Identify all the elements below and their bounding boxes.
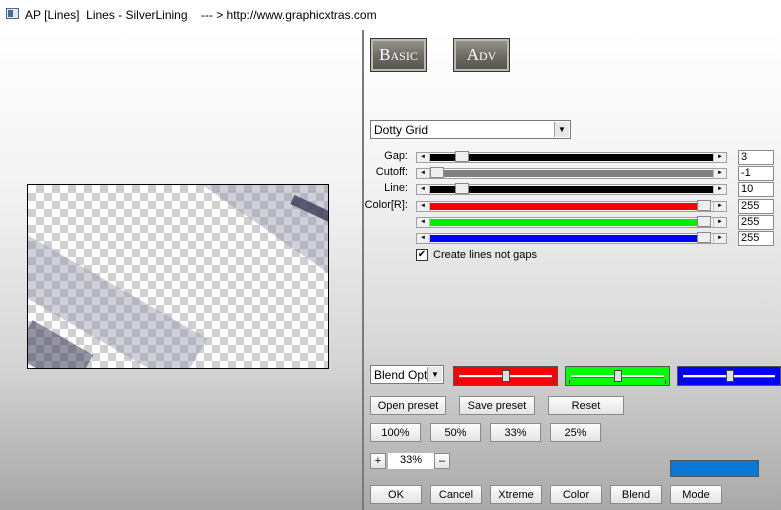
slider-track [430,219,700,226]
slider-right-arrow-icon[interactable]: ► [713,202,726,211]
slider-thumb[interactable] [614,370,622,382]
zoom-level: 33% [388,453,434,469]
slider-left-arrow-icon[interactable]: ◄ [417,153,430,162]
adv-mode-button[interactable]: Adv [453,38,510,72]
zoom-33-button[interactable]: 33% [490,423,541,442]
slider-thumb[interactable] [502,370,510,382]
slider-tick [665,380,666,384]
zoom-25-button[interactable]: 25% [550,423,601,442]
slider-track [430,235,700,242]
preview-image[interactable] [27,184,329,369]
param-label: Line: [384,182,408,194]
slider-right-arrow-icon[interactable]: ► [713,218,726,227]
zoom-50-button[interactable]: 50% [430,423,481,442]
create-lines-label: Create lines not gaps [433,249,537,261]
slider-left-arrow-icon[interactable]: ◄ [417,169,430,178]
param-value-field[interactable]: 10 [738,182,774,197]
zoom-100-button[interactable]: 100% [370,423,421,442]
param-label: Color[R]: [364,199,408,211]
slider-left-arrow-icon[interactable]: ◄ [417,218,430,227]
slider-tick [553,380,554,384]
slider-thumb[interactable] [697,232,711,243]
chevron-down-icon[interactable]: ▼ [427,367,442,382]
slider-left-arrow-icon[interactable]: ◄ [417,202,430,211]
slider-thumb[interactable] [455,151,469,162]
preview-pane [0,30,362,510]
param-value-field[interactable]: 255 [738,231,774,246]
preset-select-value: Dotty Grid [374,123,429,137]
slider-thumb[interactable] [455,183,469,194]
zoom-in-button[interactable]: + [370,453,386,469]
slider-track [430,170,713,177]
basic-mode-button[interactable]: Basic [370,38,427,72]
slider-thumb[interactable] [697,216,711,227]
param-slider[interactable]: ◄ ► [416,200,727,212]
blue-channel-slider[interactable] [677,366,781,386]
app-icon [6,8,19,19]
param-slider[interactable]: ◄ ► [416,183,727,195]
blend-button[interactable]: Blend [610,485,662,504]
xtreme-button[interactable]: Xtreme [490,485,542,504]
window-title: AP [Lines] Lines - SilverLining --- > ht… [25,8,377,22]
cancel-button[interactable]: Cancel [430,485,482,504]
param-slider[interactable]: ◄ ► [416,232,727,244]
slider-thumb[interactable] [697,200,711,211]
color-swatch[interactable] [670,460,759,477]
slider-tick [457,380,458,384]
slider-right-arrow-icon[interactable]: ► [713,185,726,194]
mode-button[interactable]: Mode [670,485,722,504]
chevron-down-icon[interactable]: ▼ [554,122,569,137]
red-channel-slider[interactable] [453,366,558,386]
param-label: Cutoff: [375,166,408,178]
blend-options-select[interactable]: Blend Optio ▼ [370,365,444,384]
save-preset-button[interactable]: Save preset [459,396,535,415]
param-slider[interactable]: ◄ ► [416,216,727,228]
slider-thumb[interactable] [430,167,444,178]
param-value-field[interactable]: 255 [738,215,774,230]
reset-button[interactable]: Reset [548,396,624,415]
slider-track [430,154,713,161]
param-value-field[interactable]: -1 [738,166,774,181]
ok-button[interactable]: OK [370,485,422,504]
slider-left-arrow-icon[interactable]: ◄ [417,234,430,243]
slider-right-arrow-icon[interactable]: ► [713,169,726,178]
green-channel-slider[interactable] [565,366,670,386]
slider-track [430,203,700,210]
param-slider[interactable]: ◄ ► [416,151,727,163]
control-pane: Basic Adv Dotty Grid ▼ Gap: ◄ ► 3 Cutoff: ◄ ► -… [364,30,781,510]
slider-left-arrow-icon[interactable]: ◄ [417,185,430,194]
param-value-field[interactable]: 255 [738,199,774,214]
open-preset-button[interactable]: Open preset [370,396,446,415]
slider-right-arrow-icon[interactable]: ► [713,234,726,243]
slider-tick [569,380,570,384]
slider-right-arrow-icon[interactable]: ► [713,153,726,162]
zoom-out-button[interactable]: – [434,453,450,469]
color-button[interactable]: Color [550,485,602,504]
preset-select[interactable]: Dotty Grid ▼ [370,120,571,139]
title-bar: AP [Lines] Lines - SilverLining --- > ht… [0,0,781,30]
param-value-field[interactable]: 3 [738,150,774,165]
param-slider[interactable]: ◄ ► [416,167,727,179]
slider-tick [681,380,682,384]
slider-thumb[interactable] [726,370,734,382]
param-label: Gap: [384,150,408,162]
slider-track [430,186,713,193]
create-lines-checkbox[interactable]: ✔ [416,249,428,261]
